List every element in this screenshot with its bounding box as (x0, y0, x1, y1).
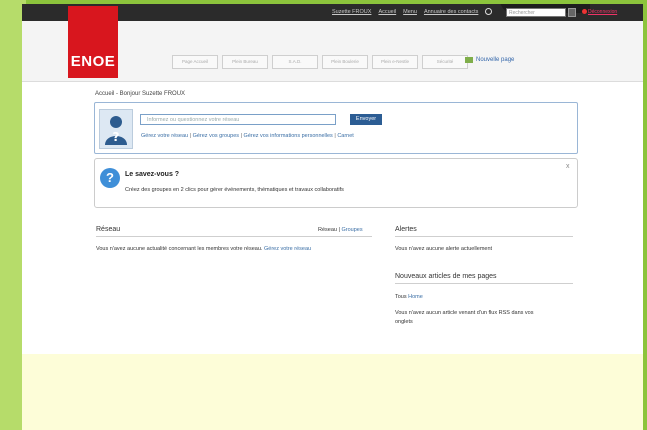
top-links: Suzette FROUX Accueil Menu Annuaire des … (332, 8, 493, 15)
articles-message-line2: onglets (395, 319, 413, 325)
logout-link[interactable]: Déconnexion (588, 9, 617, 15)
add-page-icon (465, 57, 473, 63)
top-link-user[interactable]: Suzette FROUX (332, 9, 371, 15)
tab-bureau[interactable]: Plein Bureau (222, 55, 268, 69)
network-tab-network[interactable]: Réseau (318, 227, 337, 233)
tab-nestle[interactable]: Plein e-Nestle (372, 55, 418, 69)
page-footer-area (22, 354, 643, 430)
link-separator: | (189, 133, 192, 139)
link-separator: | (334, 133, 336, 139)
articles-filter-label: Tous (395, 294, 407, 300)
new-page-label: Nouvelle page (476, 57, 515, 63)
enoe-logo[interactable]: ENOE (68, 6, 118, 78)
tab-separator: | (338, 227, 340, 233)
user-question-icon: ? (105, 116, 127, 145)
alerts-message: Vous n'avez aucune alerte actuellement (395, 246, 493, 252)
tab-securite[interactable]: Sécurité (422, 55, 468, 69)
tip-title: Le savez-vous ? (125, 171, 180, 178)
top-link-directory[interactable]: Annuaire des contacts (424, 9, 478, 15)
did-you-know-panel: ? Le savez-vous ? Créez des groupes en 2… (94, 158, 578, 208)
help-icon: ? (100, 168, 120, 188)
new-page-link[interactable]: Nouvelle page (465, 57, 514, 63)
top-link-home[interactable]: Accueil (378, 9, 396, 15)
manage-network-link-2[interactable]: Gérez votre réseau (264, 246, 311, 252)
network-tab-groups[interactable]: Groupes (341, 227, 362, 233)
browser-page: Suzette FROUX Accueil Menu Annuaire des … (22, 4, 643, 430)
network-divider (96, 236, 372, 237)
tab-boulerie[interactable]: Plein Boulerie (322, 55, 368, 69)
share-links: Gérez votre réseau | Gérez vos groupes |… (141, 133, 354, 139)
network-empty-text: Vous n'avez aucune actualité concernant … (96, 246, 263, 252)
articles-title: Nouveaux articles de mes pages (395, 273, 497, 280)
manage-groups-link[interactable]: Gérez vos groupes (193, 133, 239, 139)
articles-message-line1: Vous n'avez aucun article venant d'un fl… (395, 310, 534, 316)
network-title: Réseau (96, 226, 121, 233)
manage-network-link[interactable]: Gérez votre réseau (141, 133, 188, 139)
search-input[interactable]: Rechercher (506, 8, 566, 17)
avatar: ? (99, 109, 133, 149)
share-panel: ? Informez ou questionnez votre réseau E… (94, 102, 578, 154)
articles-filter-home[interactable]: Home (408, 294, 423, 300)
manage-personal-info-link[interactable]: Gérez vos informations personnelles (244, 133, 333, 139)
tab-sad[interactable]: S.A.D. (272, 55, 318, 69)
tip-text: Créez des groupes en 2 clics pour gérer … (125, 187, 344, 193)
network-message: Vous n'avez aucune actualité concernant … (96, 246, 311, 252)
svg-text:?: ? (113, 130, 120, 144)
alerts-title: Alertes (395, 226, 417, 233)
articles-message: Vous n'avez aucun article venant d'un fl… (395, 309, 533, 327)
network-tabs: Réseau | Groupes (318, 227, 363, 233)
link-separator: | (240, 133, 243, 139)
page-tabs: Page Accueil Plein Bureau S.A.D. Plein B… (172, 55, 468, 69)
alerts-divider (395, 236, 573, 237)
tab-home[interactable]: Page Accueil (172, 55, 218, 69)
breadcrumb: Accueil - Bonjour Suzette FROUX (95, 91, 186, 97)
search-go-button[interactable] (568, 8, 576, 17)
logout-icon (582, 9, 587, 14)
close-icon[interactable]: x (566, 163, 570, 170)
top-link-menu[interactable]: Menu (403, 9, 417, 15)
articles-filter: Tous Home (395, 294, 423, 300)
address-book-link[interactable]: Carnet (337, 133, 354, 139)
share-input[interactable]: Informez ou questionnez votre réseau (140, 114, 336, 125)
search-icon (485, 8, 493, 15)
articles-divider (395, 283, 573, 284)
send-button[interactable]: Envoyer (350, 114, 382, 125)
